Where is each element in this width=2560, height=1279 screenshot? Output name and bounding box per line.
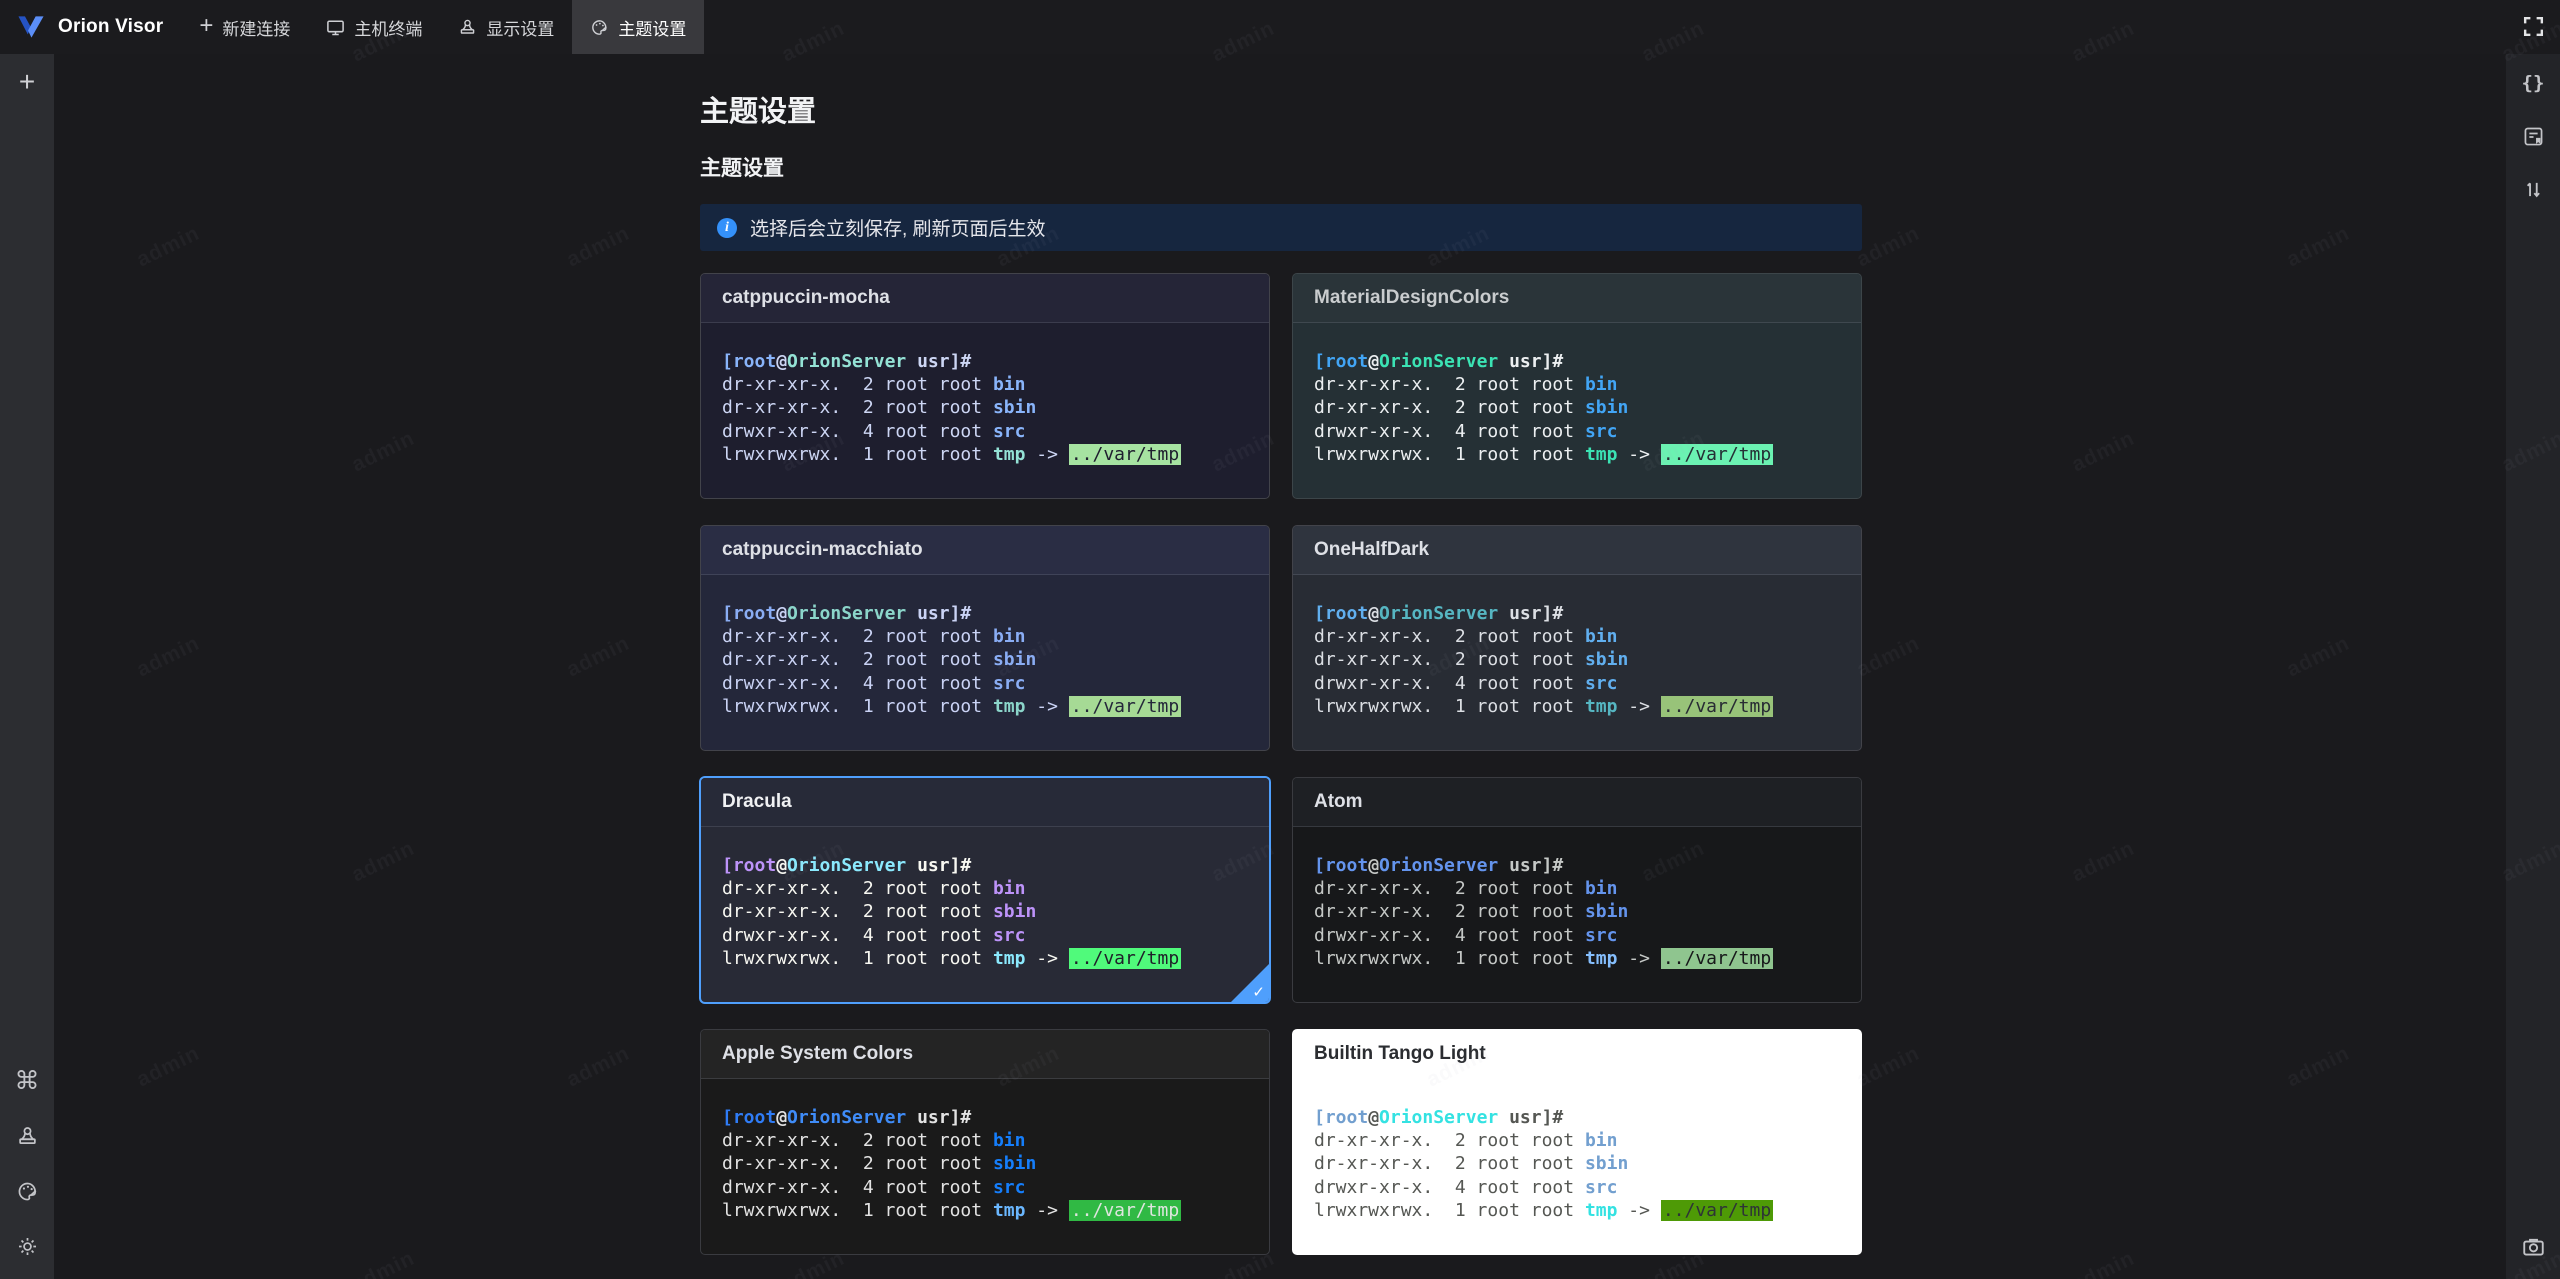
- theme-card-MaterialDesignColors[interactable]: MaterialDesignColors [root@OrionServer us…: [1292, 273, 1862, 499]
- monitor-icon: [326, 18, 345, 37]
- main-content: 主题设置 主题设置 i 选择后会立刻保存, 刷新页面后生效 catppuccin…: [54, 54, 2506, 1279]
- sort-arrows-icon[interactable]: [2520, 176, 2546, 202]
- seal-icon[interactable]: [14, 1123, 40, 1149]
- theme-card-catppuccin-macchiato[interactable]: catppuccin-macchiato [root@OrionServer us…: [700, 525, 1270, 751]
- main-menu: + 新建连接 主机终端 显示设置 主题设置: [181, 0, 705, 54]
- nav-label: 显示设置: [486, 19, 555, 39]
- terminal-preview: [root@OrionServer usr]# dr-xr-xr-x. 2 roo…: [722, 855, 1182, 969]
- theme-card-title: Builtin Tango Light: [1293, 1030, 1861, 1079]
- info-icon: i: [717, 217, 737, 238]
- left-sidebar-bottom: ⌘: [14, 1068, 40, 1279]
- top-navbar: Orion Visor + 新建连接 主机终端 显示设置 主题设置: [0, 0, 2560, 54]
- add-tab-icon[interactable]: +: [19, 68, 35, 96]
- theme-card-title: Dracula: [701, 778, 1269, 827]
- seal-icon: [458, 18, 477, 37]
- selected-check-icon: ✓: [1252, 984, 1265, 1001]
- theme-grid: catppuccin-mocha [root@OrionServer usr]# d…: [700, 273, 1862, 1279]
- theme-card-title: catppuccin-mocha: [701, 274, 1269, 323]
- nav-host-terminal[interactable]: 主机终端: [308, 0, 440, 54]
- theme-card-Builtin Tango Light[interactable]: Builtin Tango Light [root@OrionServer usr…: [1292, 1029, 1862, 1255]
- app-title: Orion Visor: [58, 16, 164, 37]
- palette-icon: [590, 18, 609, 37]
- theme-card-title: Atom: [1293, 778, 1861, 827]
- command-icon[interactable]: ⌘: [14, 1068, 40, 1094]
- app-brand[interactable]: Orion Visor: [0, 0, 173, 54]
- theme-card-catppuccin-mocha[interactable]: catppuccin-mocha [root@OrionServer usr]# d…: [700, 273, 1270, 499]
- document-bookmark-icon[interactable]: [2520, 123, 2546, 149]
- nav-label: 主题设置: [618, 19, 687, 39]
- page-title: 主题设置: [700, 96, 817, 128]
- symlink-target: ../var/tmp: [1660, 695, 1774, 717]
- terminal-preview: [root@OrionServer usr]# dr-xr-xr-x. 2 roo…: [1314, 351, 1774, 465]
- theme-card-title: Apple System Colors: [701, 1030, 1269, 1079]
- terminal-preview: [root@OrionServer usr]# dr-xr-xr-x. 2 roo…: [1314, 855, 1774, 969]
- symlink-target: ../var/tmp: [1068, 443, 1182, 465]
- theme-card-title: catppuccin-macchiato: [701, 526, 1269, 575]
- info-alert-text: 选择后会立刻保存, 刷新页面后生效: [750, 219, 1046, 240]
- palette-icon[interactable]: [14, 1178, 40, 1204]
- terminal-preview: [root@OrionServer usr]# dr-xr-xr-x. 2 roo…: [1314, 1107, 1774, 1221]
- camera-icon[interactable]: [2520, 1233, 2546, 1259]
- nav-new-connection[interactable]: + 新建连接: [181, 0, 308, 54]
- terminal-preview: [root@OrionServer usr]# dr-xr-xr-x. 2 roo…: [722, 603, 1182, 717]
- symlink-target: ../var/tmp: [1068, 1199, 1182, 1221]
- nav-display-settings[interactable]: 显示设置: [440, 0, 572, 54]
- symlink-target: ../var/tmp: [1660, 443, 1774, 465]
- right-sidebar-bottom: [2520, 1233, 2546, 1279]
- app-logo-icon: [16, 14, 46, 40]
- left-sidebar: + ⌘: [0, 54, 54, 1279]
- right-sidebar-top: {}: [2520, 70, 2546, 202]
- theme-card-OneHalfDark[interactable]: OneHalfDark [root@OrionServer usr]# dr-xr-…: [1292, 525, 1862, 751]
- plus-icon: +: [199, 12, 214, 39]
- braces-icon[interactable]: {}: [2520, 70, 2546, 96]
- section-title: 主题设置: [700, 157, 784, 180]
- theme-card-Atom[interactable]: Atom [root@OrionServer usr]# dr-xr-xr-x. 2…: [1292, 777, 1862, 1003]
- nav-theme-settings[interactable]: 主题设置: [572, 0, 705, 54]
- gear-icon[interactable]: [14, 1233, 40, 1259]
- symlink-target: ../var/tmp: [1068, 695, 1182, 717]
- theme-card-Dracula[interactable]: Dracula [root@OrionServer usr]# dr-xr-xr-x…: [700, 777, 1270, 1003]
- nav-label: 新建连接: [222, 19, 291, 39]
- theme-card-Apple System Colors[interactable]: Apple System Colors [root@OrionServer usr…: [700, 1029, 1270, 1255]
- terminal-preview: [root@OrionServer usr]# dr-xr-xr-x. 2 roo…: [722, 1107, 1182, 1221]
- symlink-target: ../var/tmp: [1660, 1199, 1774, 1221]
- info-alert: i 选择后会立刻保存, 刷新页面后生效: [700, 204, 1862, 251]
- terminal-preview: [root@OrionServer usr]# dr-xr-xr-x. 2 roo…: [1314, 603, 1774, 717]
- fullscreen-icon[interactable]: [2521, 14, 2546, 39]
- terminal-preview: [root@OrionServer usr]# dr-xr-xr-x. 2 roo…: [722, 351, 1182, 465]
- theme-card-title: MaterialDesignColors: [1293, 274, 1861, 323]
- nav-label: 主机终端: [354, 19, 423, 39]
- symlink-target: ../var/tmp: [1660, 947, 1774, 969]
- symlink-target: ../var/tmp: [1068, 947, 1182, 969]
- right-sidebar: {}: [2506, 54, 2560, 1279]
- theme-card-title: OneHalfDark: [1293, 526, 1861, 575]
